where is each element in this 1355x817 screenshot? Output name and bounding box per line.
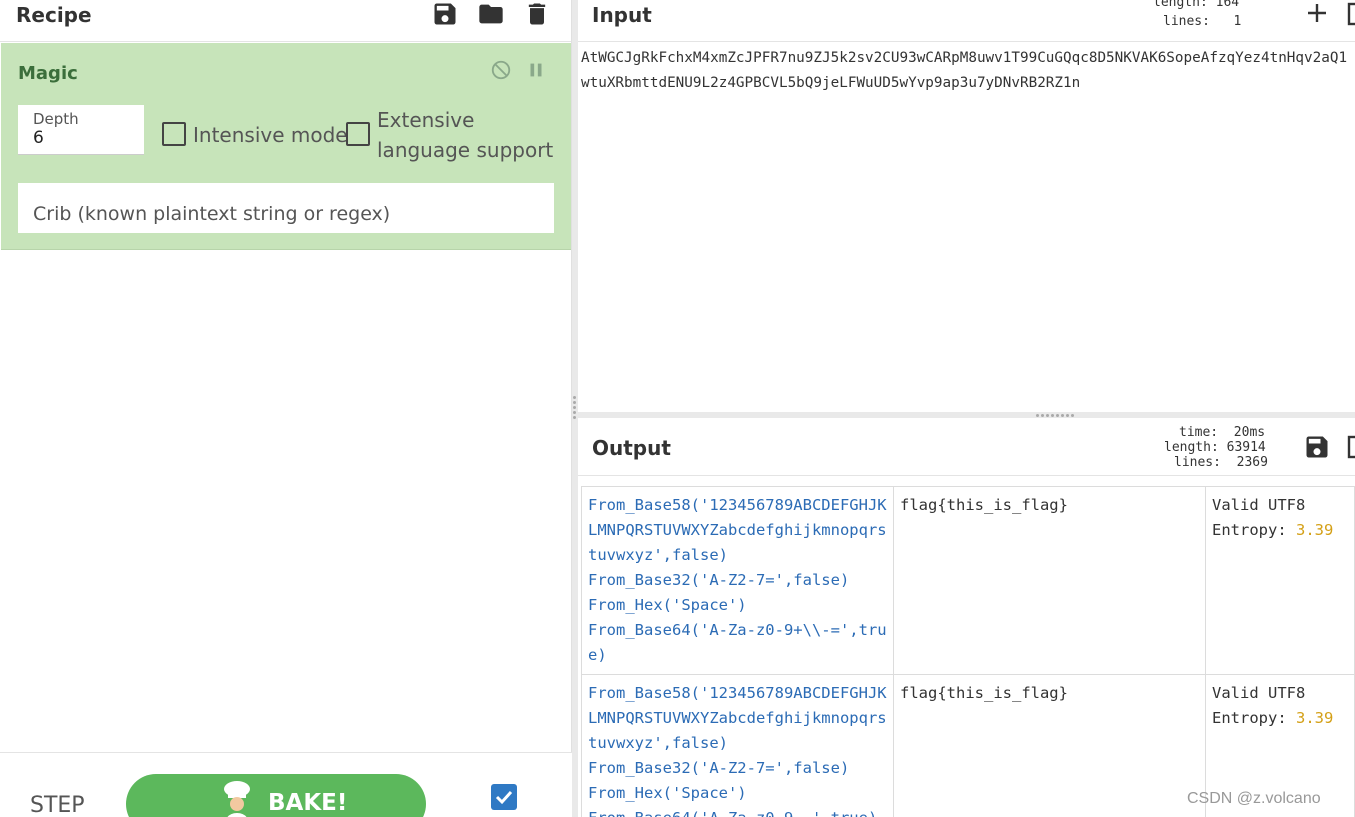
output-lines: lines: 2369 bbox=[1174, 455, 1268, 470]
plus-icon[interactable] bbox=[1303, 0, 1331, 28]
disable-icon[interactable] bbox=[490, 59, 512, 81]
save-icon[interactable] bbox=[1303, 433, 1331, 461]
recipe-pane: Recipe Magic Depth 6 Intensive mode Exte… bbox=[0, 0, 572, 817]
recipe-step-link[interactable]: From_Hex('Space') bbox=[588, 593, 887, 618]
extensive-language-checkbox[interactable] bbox=[346, 122, 370, 146]
output-title: Output bbox=[592, 436, 671, 460]
recipe-step-link[interactable]: From_Base64('A-Za-z0-9-_',true) bbox=[588, 806, 887, 817]
grip-dot bbox=[573, 401, 576, 404]
copy-icon[interactable] bbox=[1346, 433, 1355, 461]
recipe-step-link[interactable]: From_Base58('123456789ABCDEFGHJKLMNPQRST… bbox=[588, 681, 887, 756]
step-button[interactable]: STEP bbox=[30, 793, 85, 817]
entropy-value: 3.39 bbox=[1296, 709, 1334, 727]
grip-dot bbox=[1066, 414, 1069, 417]
recipe-step-link[interactable]: From_Base58('123456789ABCDEFGHJKLMNPQRST… bbox=[588, 493, 887, 568]
result-recipe-cell: From_Base58('123456789ABCDEFGHJKLMNPQRST… bbox=[581, 486, 894, 675]
grip-dot bbox=[1056, 414, 1059, 417]
folder-icon[interactable] bbox=[477, 0, 505, 28]
valid-utf8-label: Valid UTF8 bbox=[1212, 684, 1306, 702]
recipe-step-link[interactable]: From_Base32('A-Z2-7=',false) bbox=[588, 756, 887, 781]
grip-dot bbox=[573, 411, 576, 414]
result-recipe-cell: From_Base58('123456789ABCDEFGHJKLMNPQRST… bbox=[581, 674, 894, 817]
magic-results-table: From_Base58('123456789ABCDEFGHJKLMNPQRST… bbox=[581, 486, 1355, 817]
grip-dot bbox=[1061, 414, 1064, 417]
valid-utf8-label: Valid UTF8 bbox=[1212, 496, 1306, 514]
magic-operation: Magic Depth 6 Intensive mode Extensive l… bbox=[1, 43, 571, 250]
intensive-mode-label: Intensive mode bbox=[193, 123, 348, 147]
entropy-label: Entropy: bbox=[1212, 521, 1287, 539]
output-length: length: 63914 bbox=[1164, 440, 1266, 455]
intensive-mode-checkbox[interactable] bbox=[162, 122, 186, 146]
recipe-step-link[interactable]: From_Base32('A-Z2-7=',false) bbox=[588, 568, 887, 593]
recipe-title: Recipe bbox=[16, 3, 92, 27]
watermark: CSDN @z.volcano bbox=[1187, 790, 1321, 807]
input-title: Input bbox=[592, 3, 652, 27]
crib-input[interactable]: Crib (known plaintext string or regex) bbox=[18, 183, 554, 233]
recipe-step-link[interactable]: From_Hex('Space') bbox=[588, 781, 887, 806]
recipe-header: Recipe bbox=[0, 0, 571, 42]
input-pane: Input length: 164 lines: 1 AtWGCJgRkFchx… bbox=[578, 0, 1355, 412]
clipboard-icon[interactable] bbox=[1346, 0, 1355, 28]
output-header: Output time: 20ms length: 63914 lines: 2… bbox=[578, 418, 1355, 476]
grip-dot bbox=[573, 406, 576, 409]
input-textarea[interactable]: AtWGCJgRkFchxM4xmZcJPFR7nu9ZJ5k2sv2CU93w… bbox=[581, 46, 1355, 96]
entropy-line: Entropy: 3.39 bbox=[1212, 518, 1348, 543]
depth-label: Depth bbox=[33, 110, 79, 128]
extensive-language-label: Extensive language support bbox=[377, 108, 554, 162]
grip-dot bbox=[573, 416, 576, 419]
result-output-cell: flag{this_is_flag} bbox=[893, 486, 1206, 675]
chef-icon bbox=[218, 780, 256, 817]
auto-bake-checkbox[interactable] bbox=[491, 784, 517, 810]
depth-field[interactable]: Depth 6 bbox=[18, 105, 144, 155]
grip-dot bbox=[1046, 414, 1049, 417]
magic-title: Magic bbox=[18, 63, 78, 84]
grip-dot bbox=[573, 396, 576, 399]
input-header: Input length: 164 lines: 1 bbox=[578, 0, 1355, 42]
entropy-line: Entropy: 3.39 bbox=[1212, 706, 1348, 731]
grip-dot bbox=[1071, 414, 1074, 417]
pause-icon[interactable] bbox=[525, 59, 547, 81]
bake-label: BAKE! bbox=[268, 790, 348, 816]
output-pane: Output time: 20ms length: 63914 lines: 2… bbox=[578, 418, 1355, 817]
recipe-step-link[interactable]: From_Base64('A-Za-z0-9+\\-=',true) bbox=[588, 618, 887, 668]
checkmark-icon bbox=[495, 790, 513, 805]
save-icon[interactable] bbox=[431, 0, 459, 28]
input-length: length: 164 bbox=[1153, 0, 1240, 10]
entropy-label: Entropy: bbox=[1212, 709, 1287, 727]
entropy-value: 3.39 bbox=[1296, 521, 1334, 539]
result-output-cell: flag{this_is_flag} bbox=[893, 674, 1206, 817]
grip-dot bbox=[1036, 414, 1039, 417]
output-time: time: 20ms bbox=[1179, 425, 1266, 440]
trash-icon[interactable] bbox=[523, 0, 551, 28]
grip-dot bbox=[1041, 414, 1044, 417]
bake-button[interactable]: BAKE! bbox=[126, 774, 426, 817]
depth-value[interactable]: 6 bbox=[33, 128, 44, 148]
crib-placeholder: Crib (known plaintext string or regex) bbox=[33, 203, 391, 225]
input-lines: lines: 1 bbox=[1163, 14, 1242, 29]
recipe-footer: STEP BAKE! bbox=[0, 752, 572, 817]
result-properties-cell: Valid UTF8 Entropy: 3.39 bbox=[1205, 486, 1355, 675]
grip-dot bbox=[1051, 414, 1054, 417]
result-row: From_Base58('123456789ABCDEFGHJKLMNPQRST… bbox=[581, 486, 1355, 675]
